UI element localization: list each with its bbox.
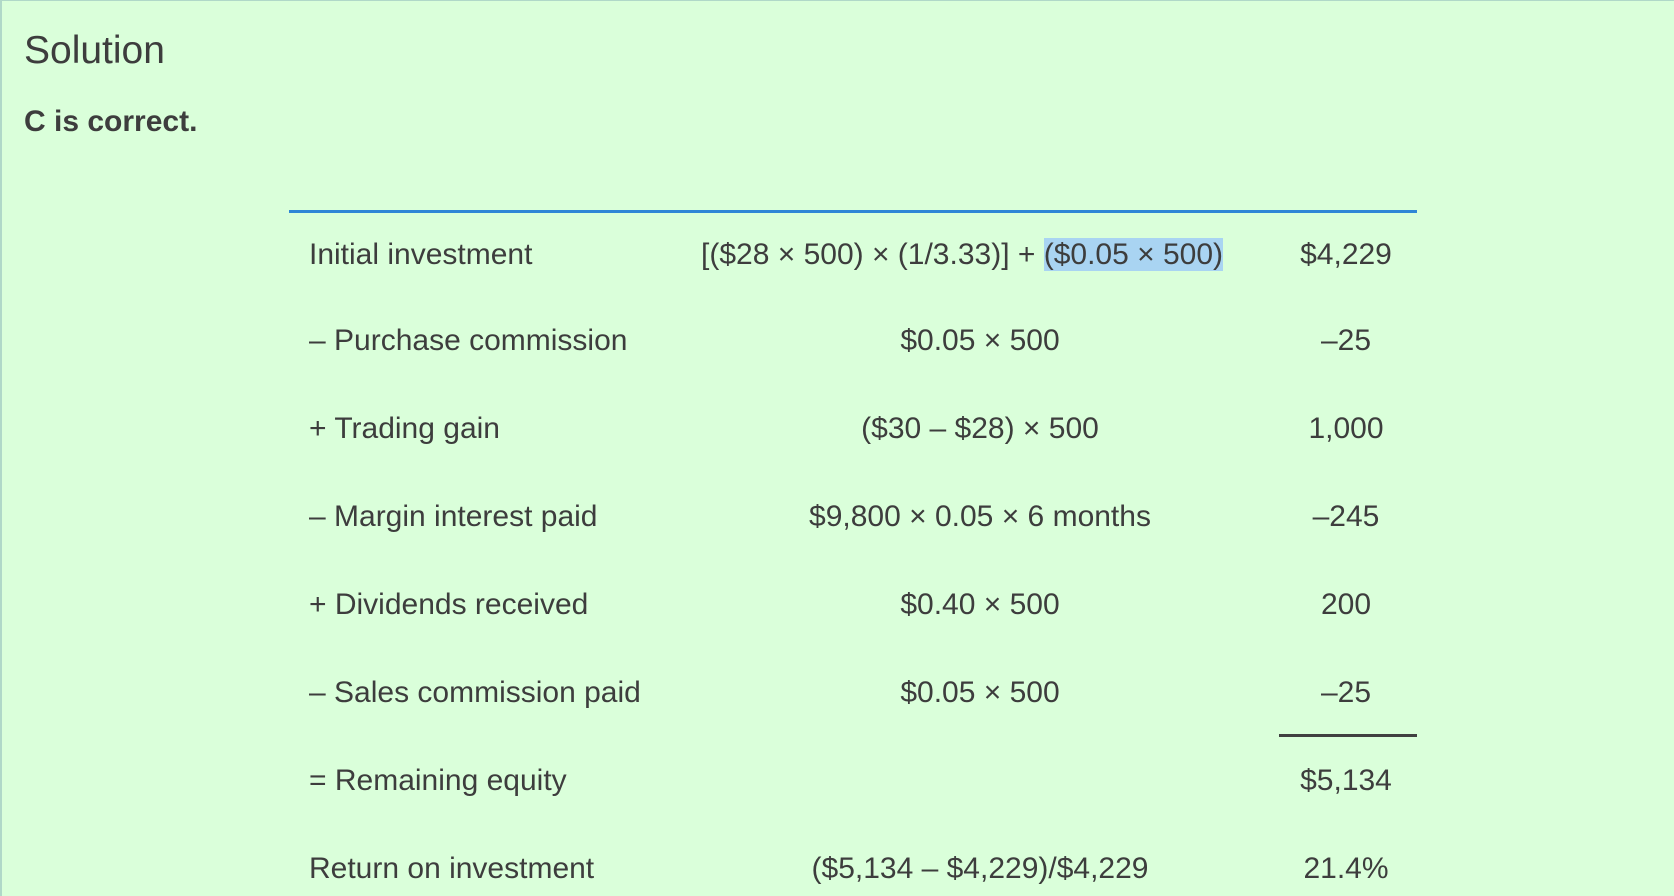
row-value: 200 <box>1320 588 1372 621</box>
formula-text[interactable]: [($28 × 500) × (1/3.33)] + <box>701 238 1044 271</box>
row-label: = Remaining equity <box>309 764 567 797</box>
row-value: –245 <box>1312 500 1380 533</box>
row-formula[interactable]: [($28 × 500) × (1/3.33)] + ($0.05 × 500) <box>701 238 1224 272</box>
row-formula: $0.05 × 500 <box>900 676 1060 709</box>
table-row-purchase-commission: – Purchase commission $0.05 × 500 –25 <box>289 297 1417 385</box>
table-row-sales-commission: – Sales commission paid $0.05 × 500 –25 <box>289 649 1417 737</box>
table-row-remaining-equity: = Remaining equity $5,134 <box>289 737 1417 825</box>
table-row-dividends: + Dividends received $0.40 × 500 200 <box>289 561 1417 649</box>
row-value: –25 <box>1320 676 1372 709</box>
row-value: $5,134 <box>1300 764 1392 797</box>
row-formula: $9,800 × 0.05 × 6 months <box>809 500 1151 533</box>
row-label: – Margin interest paid <box>309 500 598 533</box>
row-label: Initial investment <box>309 238 533 271</box>
row-label: – Sales commission paid <box>309 676 641 709</box>
row-formula: ($30 – $28) × 500 <box>861 412 1099 445</box>
calculation-table: Initial investment [($28 × 500) × (1/3.3… <box>289 210 1417 896</box>
row-label: Return on investment <box>309 852 595 885</box>
table-row-margin-interest: – Margin interest paid $9,800 × 0.05 × 6… <box>289 473 1417 561</box>
table-row-return-on-investment: Return on investment ($5,134 – $4,229)/$… <box>289 825 1417 896</box>
answer-verdict: C is correct. <box>24 105 198 138</box>
row-value: $4,229 <box>1300 238 1392 271</box>
table-row-initial-investment: Initial investment [($28 × 500) × (1/3.3… <box>289 213 1417 297</box>
table-row-trading-gain: + Trading gain ($30 – $28) × 500 1,000 <box>289 385 1417 473</box>
row-value: 1,000 <box>1308 412 1384 445</box>
row-formula: ($5,134 – $4,229)/$4,229 <box>811 852 1149 885</box>
row-value: 21.4% <box>1303 852 1389 885</box>
row-formula: $0.40 × 500 <box>900 588 1060 621</box>
solution-heading: Solution <box>24 29 165 72</box>
row-formula: $0.05 × 500 <box>900 324 1060 357</box>
row-label: + Trading gain <box>309 412 500 445</box>
row-label: – Purchase commission <box>309 324 628 357</box>
row-label: + Dividends received <box>309 588 589 621</box>
row-value: –25 <box>1320 324 1372 357</box>
selected-text-highlight[interactable]: ($0.05 × 500) <box>1043 238 1224 271</box>
